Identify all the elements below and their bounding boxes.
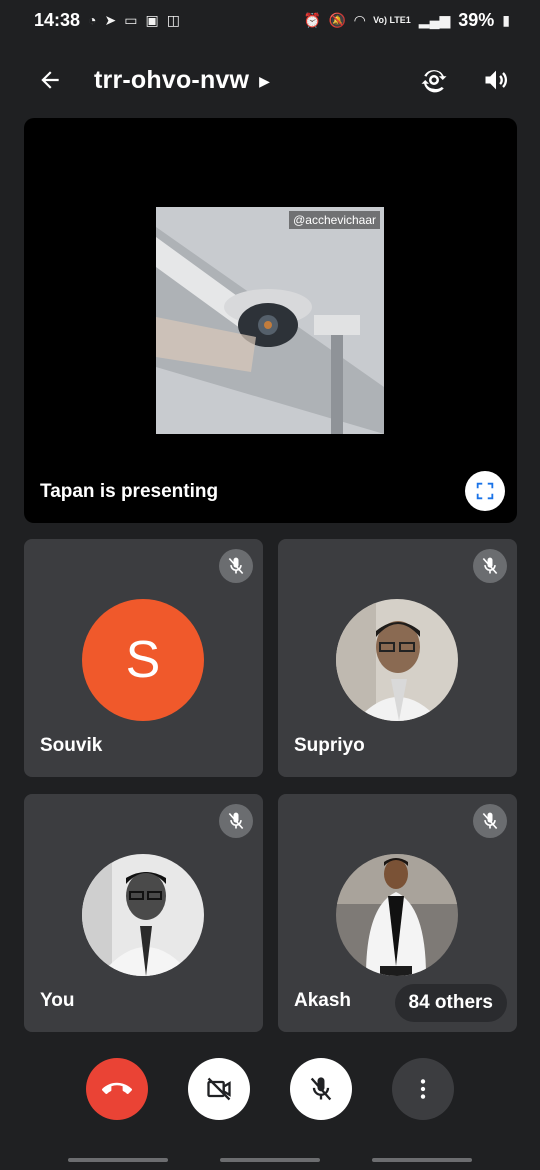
status-bar: 14:38 ◔ ➤ ▭ ▣ ◫ ⏰ 🔕 ◠ Vo) LTE1 ▂▄▆ 39% ▮ [0, 0, 540, 40]
whatsapp-icon: ◔ [88, 12, 97, 28]
person-photo [336, 854, 458, 976]
battery-percent: 39% [458, 9, 495, 30]
arrow-back-icon [41, 71, 59, 89]
hang-up-icon [102, 1082, 132, 1094]
mic-off-badge [473, 804, 507, 838]
mic-off-badge [219, 804, 253, 838]
speaker-icon [485, 70, 508, 90]
fullscreen-icon [476, 482, 494, 500]
mic-off-icon [482, 557, 498, 575]
video-off-icon [207, 1077, 231, 1101]
mic-off-badge [219, 549, 253, 583]
camera-off-button[interactable] [188, 1058, 250, 1120]
nav-segment-right[interactable] [372, 1158, 472, 1162]
participant-name: Supriyo [294, 735, 365, 756]
participant-name: Akash [294, 990, 352, 1011]
alarm-icon: ⏰ [303, 11, 321, 28]
mic-off-badge [473, 549, 507, 583]
gallery-icon: ▣ [145, 11, 159, 28]
avatar-photo [336, 599, 458, 721]
participant-name: You [40, 990, 75, 1011]
others-count-badge[interactable]: 84 others [394, 984, 507, 1022]
more-vert-icon [420, 1079, 426, 1099]
mute-icon: 🔕 [328, 11, 347, 28]
signal-icon: ▂▄▆ [418, 11, 451, 28]
meeting-code: trr-ohvo-nvw [94, 65, 250, 94]
mic-off-icon [228, 557, 244, 575]
back-button[interactable] [30, 60, 70, 100]
mic-off-button[interactable] [290, 1058, 352, 1120]
mic-off-icon [482, 812, 498, 830]
participant-name: Souvik [40, 735, 103, 756]
meeting-title[interactable]: trr-ohvo-nvw ▶ [94, 66, 270, 95]
status-left: 14:38 ◔ ➤ ▭ ▣ ◫ [34, 10, 180, 31]
network-label: Vo) LTE1 [373, 14, 411, 25]
avatar-photo [82, 854, 204, 976]
participant-tile-you[interactable]: You [24, 794, 263, 1032]
mic-off-icon [228, 812, 244, 830]
app-icon: ◫ [166, 11, 180, 28]
meeting-toolbar: trr-ohvo-nvw ▶ [0, 50, 540, 110]
switch-camera-button[interactable] [414, 60, 454, 100]
video-icon: ▭ [124, 11, 138, 28]
person-photo [336, 599, 458, 721]
status-time: 14:38 [34, 9, 81, 30]
participant-tile-akash[interactable]: Akash 84 others [278, 794, 517, 1032]
participant-tile-supriyo[interactable]: Supriyo [278, 539, 517, 777]
nav-segment-left[interactable] [68, 1158, 168, 1162]
avatar-photo [336, 854, 458, 976]
nav-segment-center[interactable] [220, 1158, 320, 1162]
mic-off-icon [310, 1077, 332, 1101]
avatar-letter: S [82, 599, 204, 721]
end-call-button[interactable] [86, 1058, 148, 1120]
camera-photo [156, 207, 384, 434]
call-controls [0, 1058, 540, 1126]
status-right: ⏰ 🔕 ◠ Vo) LTE1 ▂▄▆ 39% ▮ [303, 10, 510, 31]
presentation-tile[interactable]: @acchevichaar Tapan is presenting [24, 118, 517, 523]
image-watermark: @acchevichaar [289, 211, 380, 229]
wifi-icon: ◠ [354, 11, 366, 28]
system-navigation-bar [0, 1156, 540, 1164]
battery-icon: ▮ [502, 11, 510, 28]
participant-tile-souvik[interactable]: S Souvik [24, 539, 263, 777]
fullscreen-button[interactable] [465, 471, 505, 511]
more-options-button[interactable] [392, 1058, 454, 1120]
shared-screen-image: @acchevichaar [156, 207, 384, 434]
presenting-label: Tapan is presenting [40, 481, 219, 502]
caret-right-icon: ▶ [259, 72, 271, 89]
switch-camera-icon [421, 70, 447, 93]
person-photo [82, 854, 204, 976]
speaker-button[interactable] [476, 60, 516, 100]
telegram-icon: ➤ [104, 11, 117, 28]
